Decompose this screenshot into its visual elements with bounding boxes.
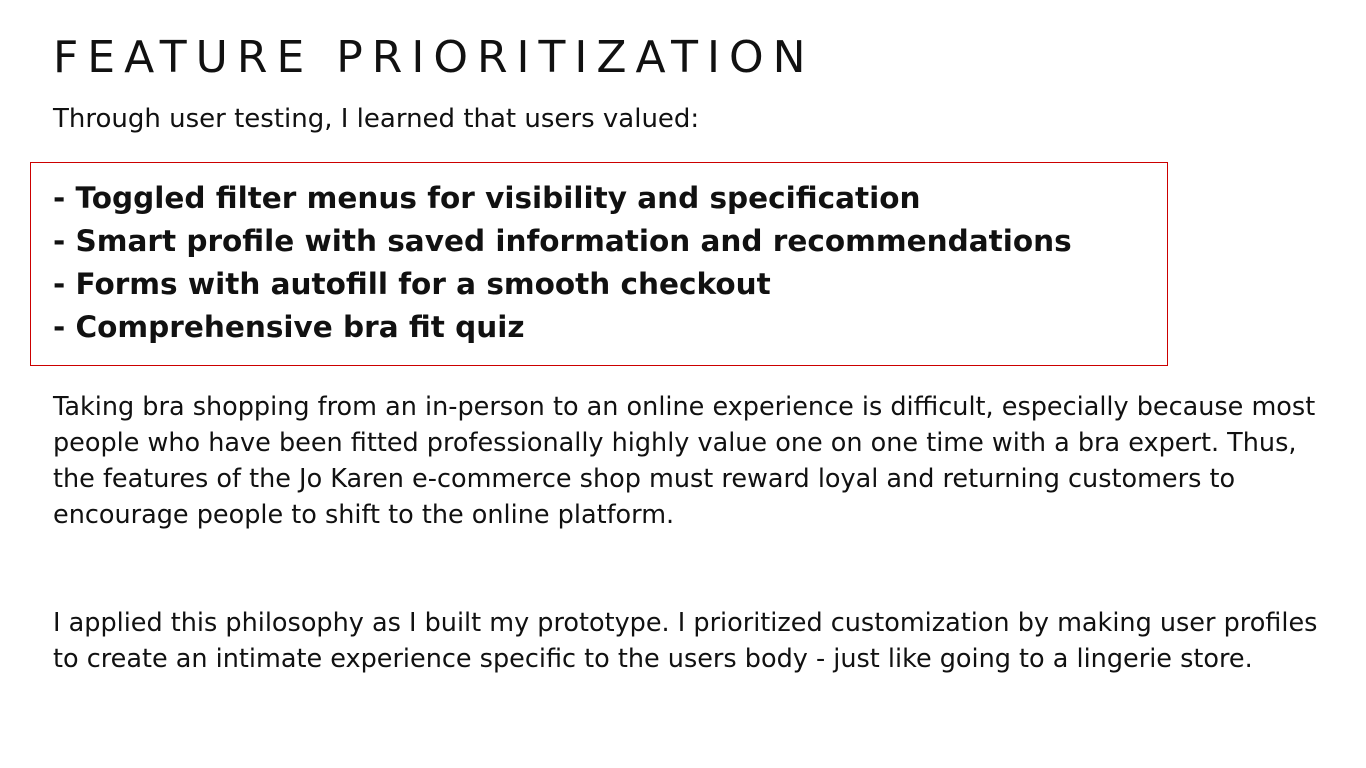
body-paragraph-2: I applied this philosophy as I built my … bbox=[53, 608, 1318, 674]
feature-item-smart-profile: - Smart profile with saved information a… bbox=[53, 224, 1072, 258]
feature-item-filter-menus: - Toggled filter menus for visibility an… bbox=[53, 181, 921, 215]
feature-item-autofill-forms: - Forms with autofill for a smooth check… bbox=[53, 267, 771, 301]
page-title: FEATURE PRIORITIZATION bbox=[53, 32, 815, 83]
feature-item-fit-quiz: - Comprehensive bra fit quiz bbox=[53, 310, 525, 344]
intro-text: Through user testing, I learned that use… bbox=[53, 104, 700, 134]
body-paragraph-1: Taking bra shopping from an in-person to… bbox=[53, 392, 1316, 530]
feature-list-box: - Toggled filter menus for visibility an… bbox=[30, 162, 1168, 366]
feature-list: - Toggled filter menus for visibility an… bbox=[53, 177, 1072, 349]
slide: FEATURE PRIORITIZATION Through user test… bbox=[0, 0, 1366, 768]
